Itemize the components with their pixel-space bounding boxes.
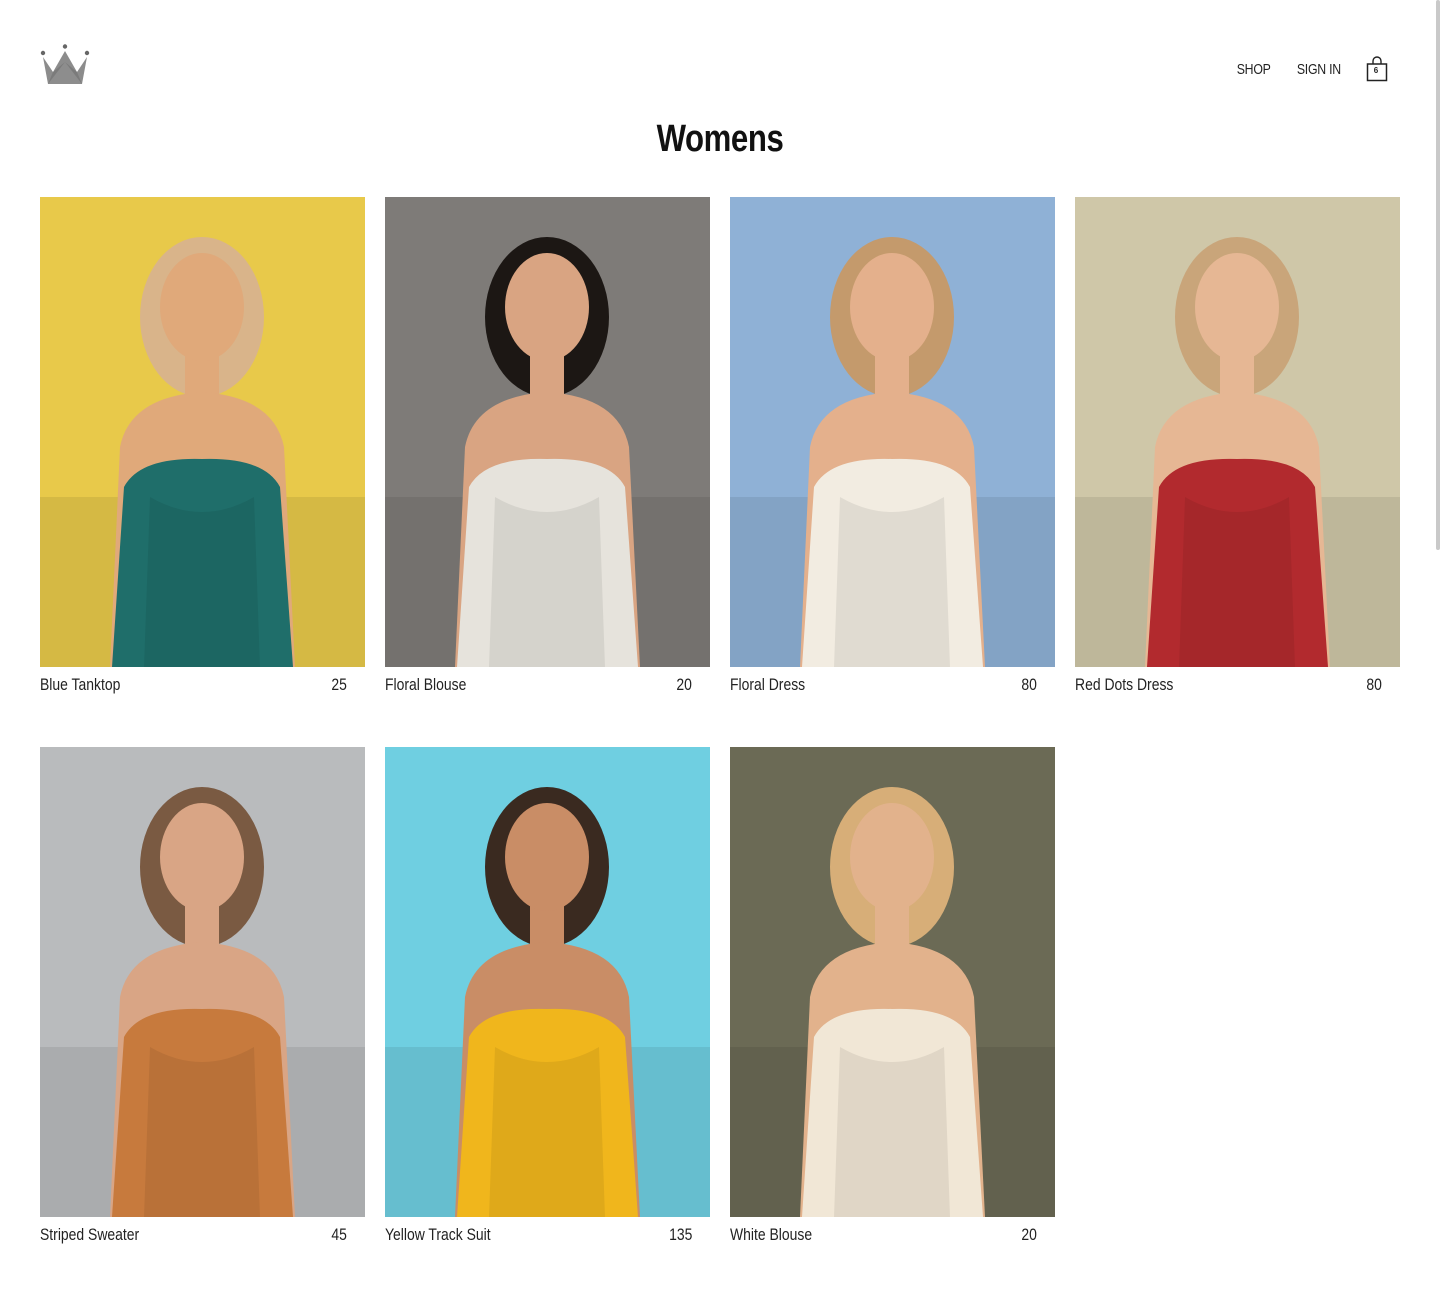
product-card[interactable]: Striped Sweater 45 xyxy=(40,747,365,1244)
product-footer: White Blouse 20 xyxy=(730,1225,1055,1249)
nav-shop-link[interactable]: SHOP xyxy=(1237,61,1271,78)
product-footer: Yellow Track Suit 135 xyxy=(385,1225,710,1249)
product-image[interactable] xyxy=(40,197,365,667)
product-footer: Floral Dress 80 xyxy=(730,675,1055,699)
product-photo xyxy=(385,197,710,667)
product-price: 45 xyxy=(331,1225,347,1244)
product-name: Striped Sweater xyxy=(40,1225,140,1244)
product-card[interactable]: Floral Blouse 20 xyxy=(385,197,710,694)
product-image[interactable] xyxy=(385,197,710,667)
product-price: 25 xyxy=(331,675,347,694)
product-image[interactable] xyxy=(730,747,1055,1217)
product-price: 80 xyxy=(1366,675,1382,694)
nav-signin-link[interactable]: SIGN IN xyxy=(1297,61,1341,78)
product-grid: Blue Tanktop 25 Floral Blouse 20 Floral Dres… xyxy=(40,197,1400,1244)
product-image[interactable] xyxy=(730,197,1055,667)
product-photo xyxy=(730,747,1055,1217)
product-name: White Blouse xyxy=(730,1225,813,1244)
cart-button[interactable]: 6 xyxy=(1366,56,1388,82)
header: SHOP SIGN IN 6 xyxy=(40,40,1400,90)
nav-menu: SHOP SIGN IN 6 xyxy=(1215,56,1388,82)
product-footer: Blue Tanktop 25 xyxy=(40,675,365,699)
product-price: 20 xyxy=(1021,1225,1037,1244)
product-photo xyxy=(1075,197,1400,667)
product-image[interactable] xyxy=(385,747,710,1217)
product-image[interactable] xyxy=(40,747,365,1217)
product-name: Yellow Track Suit xyxy=(385,1225,491,1244)
product-card[interactable]: Red Dots Dress 80 xyxy=(1075,197,1400,694)
scrollbar[interactable] xyxy=(1436,0,1440,550)
product-name: Floral Blouse xyxy=(385,675,467,694)
product-price: 20 xyxy=(676,675,692,694)
crown-logo-icon[interactable] xyxy=(40,44,90,86)
product-photo xyxy=(385,747,710,1217)
product-footer: Red Dots Dress 80 xyxy=(1075,675,1400,699)
shop-page: SHOP SIGN IN 6 Womens Blue Tanktop 25 Flor… xyxy=(0,0,1440,1307)
product-card[interactable]: White Blouse 20 xyxy=(730,747,1055,1244)
product-photo xyxy=(40,197,365,667)
product-name: Blue Tanktop xyxy=(40,675,121,694)
product-card[interactable]: Floral Dress 80 xyxy=(730,197,1055,694)
product-footer: Floral Blouse 20 xyxy=(385,675,710,699)
product-name: Floral Dress xyxy=(730,675,806,694)
product-card[interactable]: Yellow Track Suit 135 xyxy=(385,747,710,1244)
product-price: 80 xyxy=(1021,675,1037,694)
product-card[interactable]: Blue Tanktop 25 xyxy=(40,197,365,694)
product-footer: Striped Sweater 45 xyxy=(40,1225,365,1249)
product-name: Red Dots Dress xyxy=(1075,675,1174,694)
page-title: Womens xyxy=(656,118,784,160)
product-image[interactable] xyxy=(1075,197,1400,667)
product-photo xyxy=(40,747,365,1217)
product-price: 135 xyxy=(668,1225,692,1244)
cart-count: 6 xyxy=(1373,66,1379,75)
product-photo xyxy=(730,197,1055,667)
